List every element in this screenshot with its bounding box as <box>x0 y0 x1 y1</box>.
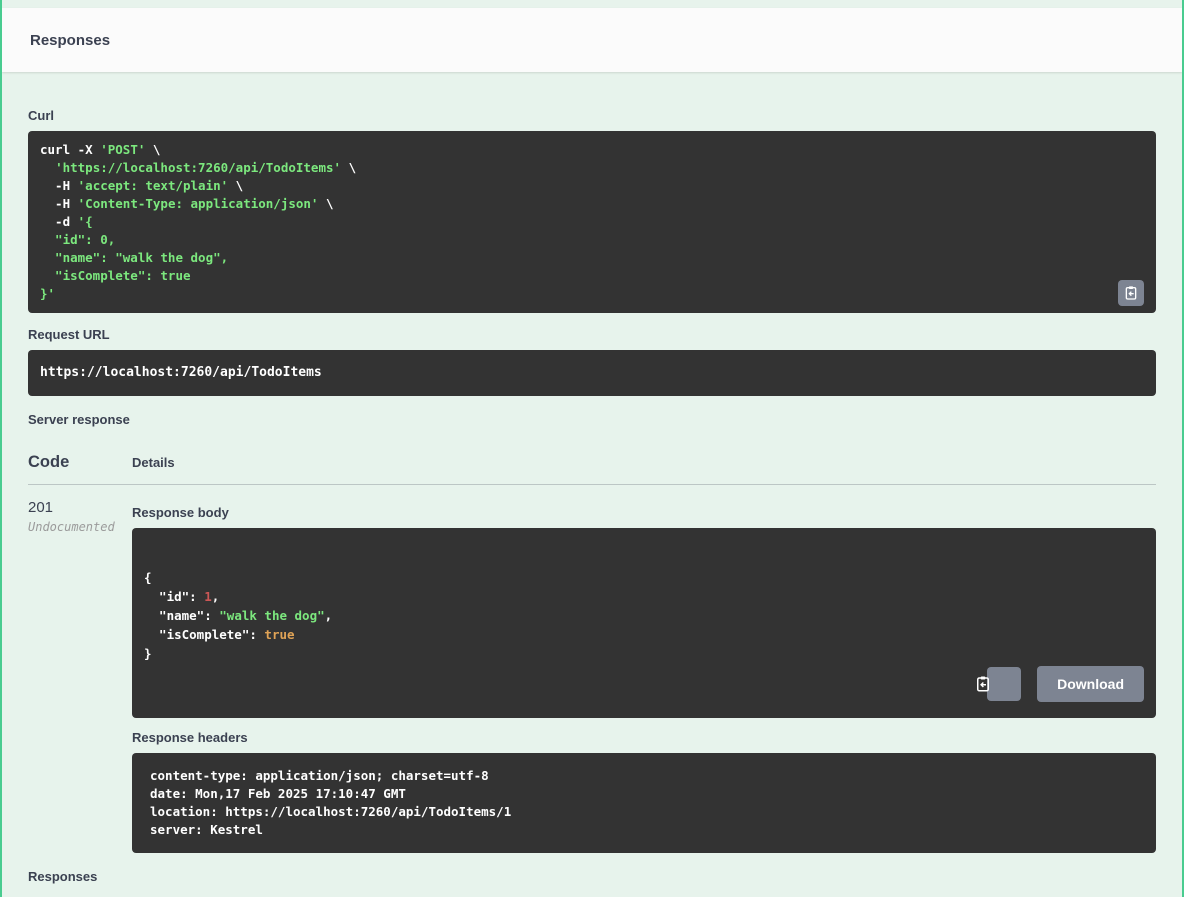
server-response-label: Server response <box>28 412 1156 427</box>
curl-label: Curl <box>28 108 1156 123</box>
column-header-details: Details <box>132 455 175 470</box>
request-url-label: Request URL <box>28 327 1156 342</box>
response-body-copy-button[interactable] <box>987 667 1021 701</box>
status-code: 201 <box>28 499 132 516</box>
server-response-table-header: Code Details <box>28 453 1156 472</box>
copy-clipboard-icon <box>1123 285 1139 301</box>
response-headers-block: content-type: application/json; charset=… <box>132 753 1156 853</box>
table-header-divider <box>28 484 1156 485</box>
copy-clipboard-icon <box>974 645 1033 723</box>
server-response-row: 201 Undocumented Response body { "id": 1… <box>28 499 1156 853</box>
curl-command-block: curl -X 'POST' \ 'https://localhost:7260… <box>28 131 1156 313</box>
responses-table-label: Responses <box>28 869 1156 884</box>
response-headers-label: Response headers <box>132 730 1156 745</box>
download-button[interactable]: Download <box>1037 666 1144 702</box>
post-opblock-responses-panel: Responses Curl curl -X 'POST' \ 'https:/… <box>0 0 1184 897</box>
responses-section-title: Responses <box>30 32 110 49</box>
column-header-code: Code <box>28 453 132 472</box>
status-undocumented-note: Undocumented <box>28 520 132 534</box>
response-body-label: Response body <box>132 505 1156 520</box>
responses-section-header: Responses <box>2 8 1182 72</box>
request-url-block: https://localhost:7260/api/TodoItems <box>28 350 1156 396</box>
curl-copy-button[interactable] <box>1118 280 1144 306</box>
response-body-block: { "id": 1, "name": "walk the dog", "isCo… <box>132 528 1156 718</box>
